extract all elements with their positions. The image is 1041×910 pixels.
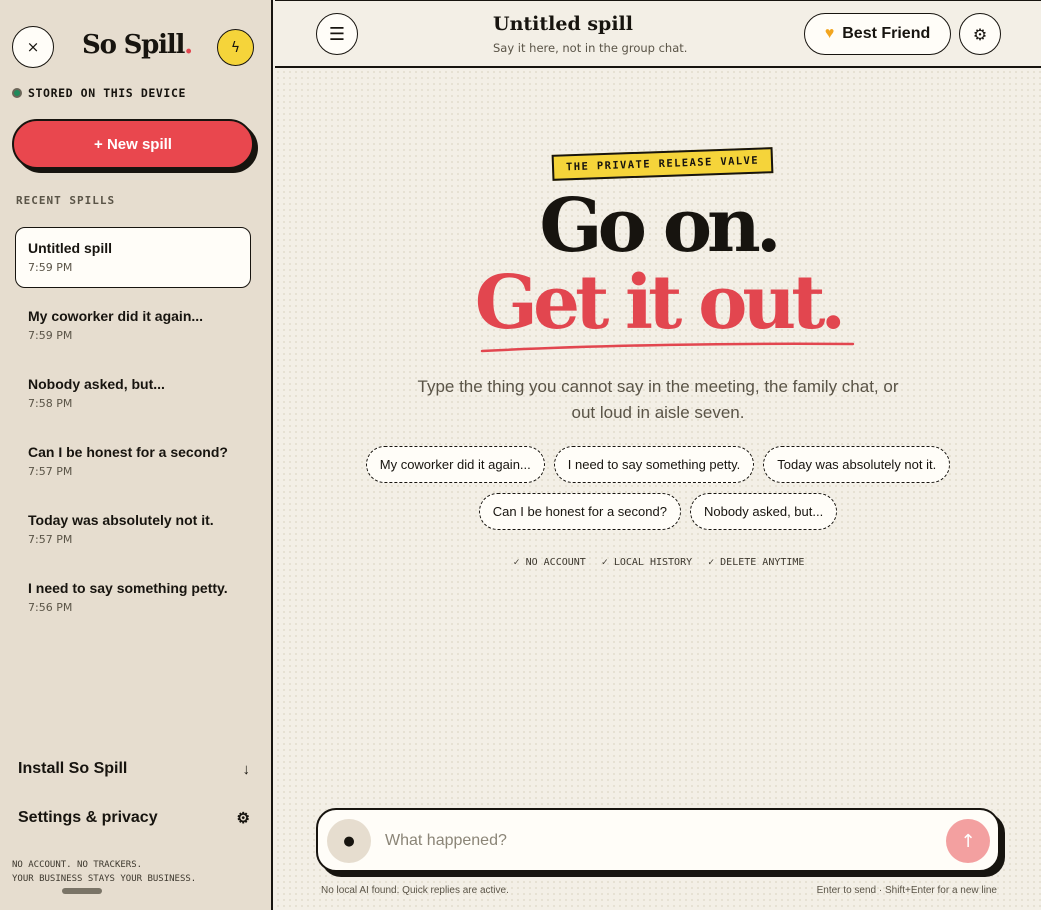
- recent-spill-title: Nobody asked, but...: [28, 376, 165, 392]
- recent-spill-item[interactable]: Today was absolutely not it. 7:57 PM: [15, 499, 251, 560]
- recent-spill-item[interactable]: Nobody asked, but... 7:58 PM: [15, 363, 251, 424]
- feature-badge: ✓ NO ACCOUNT: [513, 557, 586, 568]
- recent-spill-time: 7:59 PM: [28, 261, 73, 274]
- menu-button[interactable]: ☰: [316, 13, 358, 55]
- hero-description: Type the thing you cannot say in the mee…: [417, 377, 899, 422]
- page-title: Untitled spill: [493, 13, 633, 35]
- new-spill-button[interactable]: + New spill: [12, 119, 254, 169]
- recent-spills-heading: RECENT SPILLS: [16, 194, 116, 207]
- top-bar: ☰ Untitled spill Say it here, not in the…: [275, 0, 1041, 68]
- recent-spill-title: Can I be honest for a second?: [28, 444, 228, 460]
- close-sidebar-button[interactable]: ×: [12, 26, 54, 68]
- sidebar-scrollbar[interactable]: [62, 888, 102, 894]
- recent-spill-time: 7:56 PM: [28, 601, 73, 614]
- storage-status: STORED ON THIS DEVICE: [12, 86, 186, 100]
- recent-spill-item[interactable]: I need to say something petty. 7:56 PM: [15, 567, 251, 628]
- install-app-link[interactable]: Install So Spill ↓: [18, 760, 250, 778]
- hero-heading-line2: Get it out.: [474, 260, 846, 346]
- hero-underline: [480, 342, 855, 353]
- recent-spill-title: I need to say something petty.: [28, 580, 228, 596]
- close-icon: ×: [26, 38, 40, 56]
- recent-spill-title: Today was absolutely not it.: [28, 512, 214, 528]
- gear-icon: ⚙: [972, 24, 988, 44]
- arrow-up-icon: ↑: [960, 830, 976, 852]
- recent-spill-title: My coworker did it again...: [28, 308, 204, 324]
- persona-button[interactable]: ♥ Best Friend: [804, 13, 951, 55]
- recent-spill-item[interactable]: Can I be honest for a second? 7:57 PM: [15, 431, 251, 492]
- sidebar: × So Spill. ϟ STORED ON THIS DEVICE + Ne…: [0, 0, 273, 910]
- tagline-badge: THE PRIVATE RELEASE VALVE: [551, 147, 774, 181]
- main-area: THE PRIVATE RELEASE VALVE Go on. Get it …: [275, 69, 1041, 910]
- hamburger-icon: ☰: [328, 23, 346, 45]
- feature-badge: ✓ DELETE ANYTIME: [708, 557, 805, 568]
- recent-spill-time: 7:59 PM: [28, 329, 73, 342]
- feature-badges: ✓ NO ACCOUNT ✓ LOCAL HISTORY ✓ DELETE AN…: [275, 557, 1041, 568]
- ai-status-hint: No local AI found. Quick replies are act…: [321, 885, 509, 896]
- recent-spill-time: 7:57 PM: [28, 465, 73, 478]
- prompt-chip[interactable]: Can I be honest for a second?: [478, 493, 681, 530]
- voice-button[interactable]: ●: [327, 819, 371, 863]
- recent-spill-time: 7:57 PM: [28, 533, 73, 546]
- recent-spills-list: Untitled spill 7:59 PM My coworker did i…: [15, 227, 251, 635]
- install-app-label: Install So Spill: [18, 760, 128, 777]
- prompt-chip[interactable]: Nobody asked, but...: [689, 493, 838, 530]
- recent-spill-item[interactable]: Untitled spill 7:59 PM: [15, 227, 251, 288]
- message-input[interactable]: [385, 824, 925, 858]
- hero-heading-line1: Go on.: [539, 183, 781, 269]
- send-button[interactable]: ↑: [946, 819, 990, 863]
- heart-icon: ♥: [824, 25, 835, 42]
- message-composer: ● ↑: [316, 808, 1000, 872]
- page-subtitle: Say it here, not in the group chat.: [493, 41, 688, 55]
- gear-icon: ⚙: [236, 810, 250, 827]
- prompt-chip[interactable]: My coworker did it again...: [365, 446, 545, 483]
- record-dot-icon: ●: [343, 833, 355, 849]
- prompt-chip[interactable]: I need to say something petty.: [553, 446, 755, 483]
- brand-logo: So Spill.: [82, 30, 193, 60]
- feature-badge: ✓ LOCAL HISTORY: [601, 557, 693, 568]
- recent-spill-item[interactable]: My coworker did it again... 7:59 PM: [15, 295, 251, 356]
- persona-label: Best Friend: [842, 25, 931, 42]
- recent-spill-time: 7:58 PM: [28, 397, 73, 410]
- keyboard-hint: Enter to send · Shift+Enter for a new li…: [816, 885, 997, 896]
- prompt-chips: My coworker did it again... I need to sa…: [361, 446, 955, 530]
- bolt-icon: ϟ: [230, 39, 241, 56]
- settings-button[interactable]: ⚙: [959, 13, 1001, 55]
- recent-spill-title: Untitled spill: [28, 240, 112, 256]
- privacy-footnote: NO ACCOUNT. NO TRACKERS. YOUR BUSINESS S…: [12, 860, 197, 884]
- settings-privacy-label: Settings & privacy: [18, 809, 158, 826]
- settings-privacy-link[interactable]: Settings & privacy ⚙: [18, 809, 250, 827]
- download-arrow-icon: ↓: [242, 760, 251, 778]
- prompt-chip[interactable]: Today was absolutely not it.: [763, 446, 951, 483]
- storage-status-label: STORED ON THIS DEVICE: [28, 86, 186, 100]
- status-dot-icon: [12, 88, 22, 98]
- quick-spill-button[interactable]: ϟ: [217, 29, 254, 66]
